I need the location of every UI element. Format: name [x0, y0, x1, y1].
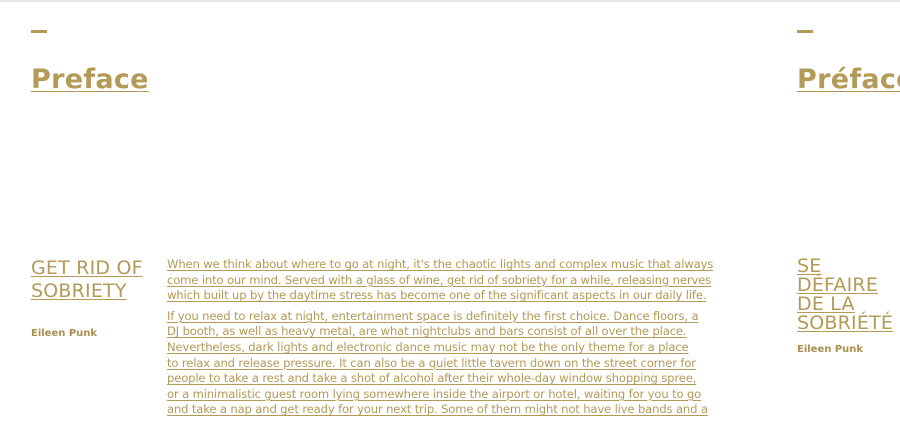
section-title-fr: SE DÉFAIRE DE LA SOBRIÉTÉ: [797, 257, 900, 333]
author-name-fr: Eileen Punk: [797, 344, 864, 355]
section-title-line: SOBRIETY: [31, 280, 127, 302]
text-line: When we think about where to go at night…: [167, 257, 714, 271]
text-line: If you need to relax at night, entertain…: [167, 308, 699, 323]
text-line: Nevertheless, dark lights and electronic…: [167, 339, 689, 354]
page-title-fr: Préface: [797, 64, 900, 95]
section-title-line: GET RID OF: [31, 257, 143, 279]
text-line: to relax and release pressure. It can al…: [167, 355, 696, 370]
title-dash: [31, 30, 47, 33]
page-title: Preface: [31, 64, 149, 95]
text-line: DJ booth, as well as heavy metal, are wh…: [167, 324, 687, 339]
text-line: which built up by the daytime stress has…: [167, 288, 707, 303]
text-line: people to take a rest and take a shot of…: [167, 371, 697, 386]
text-line: or a minimalistic guest room lying somew…: [167, 386, 702, 401]
section-title-line: SOBRIÉTÉ: [797, 312, 894, 334]
section-title-line: SE DÉFAIRE: [797, 255, 879, 296]
section-title: GET RID OF SOBRIETY: [31, 257, 143, 303]
paragraph: If you need to relax at night, entertain…: [167, 308, 708, 418]
author-name: Eileen Punk: [31, 328, 98, 339]
paragraph: When we think about where to go at night…: [167, 257, 714, 304]
article-body: When we think about where to go at night…: [167, 257, 714, 423]
text-line: come into our mind. Served with a glass …: [167, 272, 712, 287]
title-dash: [797, 30, 813, 33]
text-line: and take a nap and get ready for your ne…: [167, 402, 708, 417]
